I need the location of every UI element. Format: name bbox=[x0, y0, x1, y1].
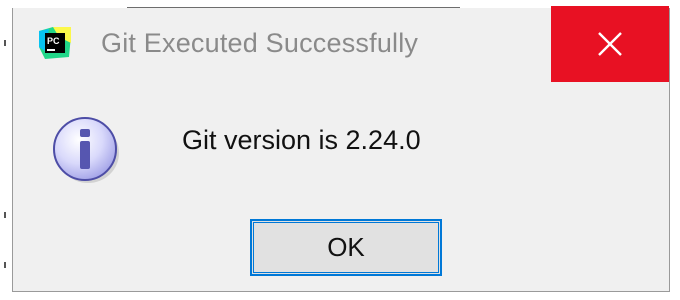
close-button[interactable] bbox=[551, 6, 669, 82]
background-tick bbox=[4, 40, 6, 46]
background-tick bbox=[4, 212, 6, 218]
title-bar[interactable]: PC Git Executed Successfully bbox=[13, 6, 669, 82]
dialog-message: Git version is 2.24.0 bbox=[182, 125, 421, 155]
info-icon bbox=[49, 112, 123, 186]
message-dialog: PC Git Executed Successfully Git version… bbox=[12, 6, 670, 292]
dialog-title: Git Executed Successfully bbox=[101, 28, 419, 58]
pycharm-icon: PC bbox=[39, 27, 71, 59]
background-tick bbox=[4, 262, 6, 268]
app-icon-text: PC bbox=[47, 36, 60, 46]
ok-button-label: OK bbox=[327, 232, 365, 262]
ok-button[interactable]: OK bbox=[250, 219, 442, 276]
close-icon bbox=[597, 31, 623, 57]
background-window-edge bbox=[0, 0, 12, 300]
